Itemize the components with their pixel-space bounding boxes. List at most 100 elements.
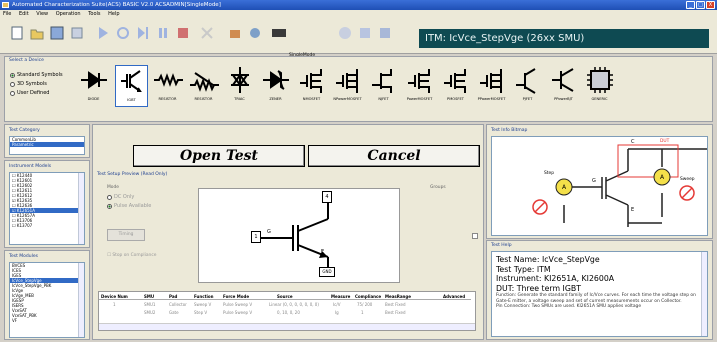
test-category-list[interactable]: CommonLib Parametric: [9, 136, 85, 155]
device-ppowermosfet[interactable]: PPowerMOSFET: [475, 65, 508, 107]
open-button[interactable]: [28, 24, 45, 41]
scrollbar[interactable]: [78, 173, 84, 244]
menu-bar: File Edit View Operation Tools Help: [0, 10, 717, 18]
col-measrange: MeasRange: [385, 294, 411, 299]
device-npowermosfet[interactable]: NPowerMOSFET: [331, 65, 364, 107]
horizontal-scrollbar[interactable]: [99, 323, 475, 330]
menu-file[interactable]: File: [3, 11, 11, 17]
scrollbar[interactable]: [78, 263, 84, 337]
device-generic[interactable]: GENERIC: [583, 65, 616, 107]
col-advanced: Advanced: [443, 294, 466, 299]
test-setup-panel: Open Test Cancel Test Setup Preview (Rea…: [92, 124, 484, 340]
menu-tools[interactable]: Tools: [88, 11, 100, 17]
abort-button[interactable]: [198, 24, 215, 41]
test-modules-list[interactable]: BVCES ICES IGES IcVce_StepVge IcVce_Step…: [9, 262, 85, 338]
emitter-label: E: [631, 207, 635, 213]
menu-help[interactable]: Help: [108, 11, 119, 17]
test-category-title: Test Category: [9, 128, 40, 133]
edit-icon[interactable]: [68, 24, 85, 41]
device-njfet[interactable]: NJFET: [367, 65, 400, 107]
help-test-name: Test Name: IcVce_StepVge: [496, 255, 600, 264]
menu-edit[interactable]: Edit: [19, 11, 29, 17]
open-test-button[interactable]: Open Test: [133, 145, 305, 167]
minimize-button[interactable]: _: [686, 1, 695, 9]
menu-operation[interactable]: Operation: [56, 11, 81, 17]
save-button[interactable]: [48, 24, 65, 41]
list-item-selected[interactable]: Parametric: [10, 142, 84, 147]
export-icon[interactable]: [376, 24, 393, 41]
device-resistor[interactable]: RESISTOR: [151, 65, 184, 107]
table-header: Device Num SMU Pad Function Force Mode S…: [99, 292, 471, 300]
device-powermosfet[interactable]: PowerMOSFET: [403, 65, 436, 107]
radio-user-defined[interactable]: User Defined: [10, 90, 49, 96]
radio-3d-symbols[interactable]: 3D Symbols: [10, 81, 47, 87]
maximize-button[interactable]: □: [696, 1, 705, 9]
pause-button[interactable]: [154, 24, 171, 41]
list-item[interactable]: VF: [10, 318, 84, 323]
radio-pulse-available[interactable]: Pulse Available: [107, 203, 151, 209]
test-modules-title: Test Modules: [9, 254, 38, 259]
test-help-panel: Test Help Test Name: IcVce_StepVge Test …: [486, 240, 713, 340]
timing-button[interactable]: Timing: [107, 229, 145, 241]
help-function: Function: Generate the standard family o…: [496, 293, 696, 304]
next-icon[interactable]: [356, 24, 373, 41]
device-resistor-2[interactable]: RESISTOR: [187, 65, 220, 107]
device-selection-panel: Select a Device Standard Symbols 3D Symb…: [4, 56, 713, 122]
radio-standard-symbols[interactable]: Standard Symbols: [10, 72, 63, 78]
stop-button[interactable]: [174, 24, 191, 41]
device-diode[interactable]: DIODE: [77, 65, 110, 107]
itm-title-display: ITM: IcVce_StepVge (26xx SMU): [419, 29, 709, 48]
gate-label: G: [267, 229, 271, 235]
instrument-models-list[interactable]: ☐ K12440 ☐ K12601 ☐ K12602 ☐ K12611 ☐ K1…: [9, 172, 85, 245]
tools-icon[interactable]: [226, 24, 243, 41]
test-category-panel: Test Category CommonLib Parametric: [4, 124, 90, 158]
test-info-bitmap-title: Test Info Bitmap: [491, 128, 528, 133]
col-device-num: Device Num: [101, 294, 128, 299]
menu-view[interactable]: View: [36, 11, 48, 17]
table-row[interactable]: SMU2 Gate Step V Pulse Sweep V 0, 10, 0,…: [99, 310, 471, 317]
instrument-models-title: Instrument Models: [9, 164, 52, 169]
scrollbar[interactable]: [701, 252, 707, 336]
test-info-bitmap-panel: Test Info Bitmap A A Step Sweep DUT C G …: [486, 124, 713, 239]
window-titlebar: Automated Characterization Suite(ACS) BA…: [0, 0, 717, 10]
node-4-box[interactable]: 4: [322, 191, 332, 203]
run-button[interactable]: [94, 24, 111, 41]
hardware-icon[interactable]: [268, 24, 290, 41]
previous-icon[interactable]: [336, 24, 353, 41]
settings-icon[interactable]: [246, 24, 263, 41]
device-pmosfet[interactable]: PMOSFET: [439, 65, 472, 107]
stop-on-compliance-checkbox[interactable]: ☐ Stop on Compliance: [107, 253, 156, 258]
gnd-box[interactable]: GND: [319, 267, 335, 277]
device-nmosfet[interactable]: NMOSFET: [295, 65, 328, 107]
repeat-run-button[interactable]: [114, 24, 131, 41]
test-modules-panel: Test Modules BVCES ICES IGES IcVce_StepV…: [4, 250, 90, 340]
col-function: Function: [194, 294, 214, 299]
col-measure: Measure: [331, 294, 351, 299]
app-icon: [2, 2, 9, 8]
node-1-box[interactable]: 1: [251, 231, 261, 243]
col-smu: SMU: [144, 294, 155, 299]
cancel-button[interactable]: Cancel: [308, 145, 480, 167]
step-label: Step: [544, 171, 554, 176]
col-source: Source: [277, 294, 293, 299]
select-device-title: Select a Device: [9, 58, 44, 63]
emitter-label: E: [321, 249, 325, 255]
device-triac[interactable]: TRIAC: [223, 65, 256, 107]
new-project-button[interactable]: [8, 24, 25, 41]
table-row[interactable]: 1 SMU1 Collector Sweep V Pulse Sweep V L…: [99, 302, 471, 309]
info-bitmap-image: A A Step Sweep DUT C G E: [491, 136, 708, 236]
groups-checkbox[interactable]: [472, 233, 478, 239]
device-pjfet[interactable]: PJFET: [511, 65, 544, 107]
close-button[interactable]: X: [706, 1, 715, 9]
device-zener[interactable]: ZENER: [259, 65, 292, 107]
smu-table: Device Num SMU Pad Function Force Mode S…: [98, 291, 476, 331]
radio-dc-only[interactable]: DC Only: [107, 194, 134, 200]
run-all-button[interactable]: [134, 24, 151, 41]
device-igbt[interactable]: IGBT: [115, 65, 148, 107]
instrument-models-panel: Instrument Models ☐ K12440 ☐ K12601 ☐ K1…: [4, 160, 90, 248]
col-compliance: Compliance: [355, 294, 382, 299]
device-ppowerbjt[interactable]: PPowerBJT: [547, 65, 580, 107]
help-test-type: Test Type: ITM: [496, 264, 551, 274]
igbt-circuit-diagram: A A: [532, 144, 708, 227]
list-item[interactable]: ☐ K13707: [10, 223, 84, 228]
